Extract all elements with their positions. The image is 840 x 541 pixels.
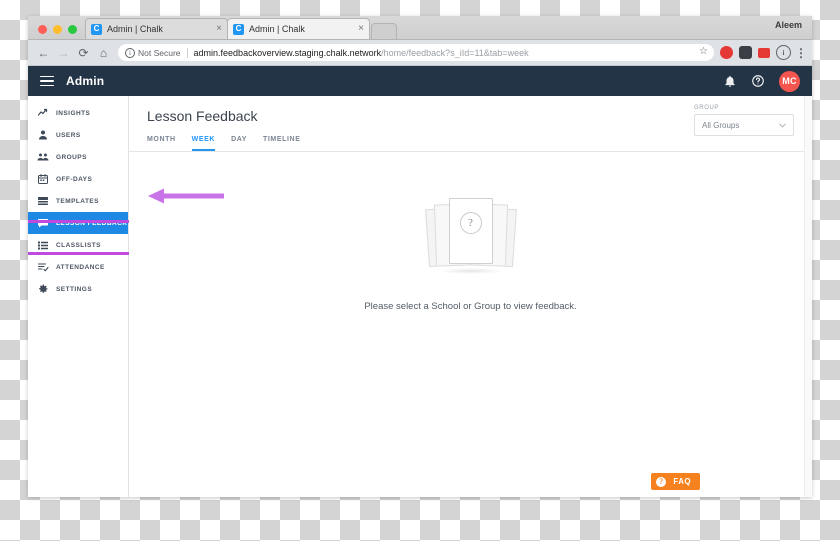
browser-tab-strip: C Admin | Chalk × C Admin | Chalk × Alee… — [28, 16, 812, 40]
insights-icon — [36, 107, 49, 120]
group-picker-label: Group — [694, 105, 720, 111]
chevron-down-icon — [779, 121, 786, 130]
chalk-favicon: C — [91, 23, 102, 35]
sidebar-item-label: Lesson Feedback — [56, 219, 128, 227]
group-picker: Group All Groups — [694, 105, 794, 136]
close-icon[interactable]: × — [212, 24, 222, 34]
security-status[interactable]: i Not Secure — [125, 47, 188, 58]
browser-toolbar: ← → ⟳ ⌂ i Not Secure admin.feedbackoverv… — [28, 40, 812, 66]
notification-bell-icon[interactable] — [723, 74, 737, 88]
question-mark-icon: ? — [459, 212, 482, 234]
url-domain: admin.feedbackoverview.staging.chalk.net… — [193, 47, 382, 58]
forward-icon[interactable]: → — [55, 44, 72, 61]
window-traffic-lights — [34, 25, 85, 39]
sidebar-item-label: Users — [56, 131, 81, 139]
sidebar-item-label: Templates — [56, 197, 99, 205]
sidebar-item-attendance[interactable]: Attendance — [28, 256, 128, 278]
templates-icon — [36, 195, 49, 208]
back-icon[interactable]: ← — [35, 44, 52, 61]
calendar-icon — [36, 173, 49, 186]
empty-state: ? Please select a School or Group to vie… — [129, 152, 812, 497]
browser-profile-name[interactable]: Aleem — [775, 20, 802, 30]
bookmark-star-icon[interactable]: ☆ — [699, 46, 708, 57]
app-title: Admin — [66, 74, 105, 88]
sidebar-item-groups[interactable]: Groups — [28, 146, 128, 168]
stacked-documents-question-icon: ? — [424, 194, 517, 276]
extension-icon[interactable] — [758, 47, 770, 58]
address-bar[interactable]: i Not Secure admin.feedbackoverview.stag… — [118, 44, 714, 61]
browser-tab[interactable]: C Admin | Chalk × — [85, 18, 228, 39]
sidebar-item-off-days[interactable]: Off-Days — [28, 168, 128, 190]
faq-button-label: FAQ — [673, 477, 691, 486]
question-mark-icon: ? — [656, 476, 667, 487]
sidebar: Insights Users Groups — [28, 96, 141, 497]
pocket-icon[interactable] — [739, 46, 752, 59]
page-scrollbar[interactable] — [804, 96, 812, 497]
sidebar-item-insights[interactable]: Insights — [28, 102, 128, 124]
browser-tab-active[interactable]: C Admin | Chalk × — [227, 18, 370, 39]
minimize-window-button[interactable] — [53, 25, 62, 34]
close-window-button[interactable] — [38, 25, 47, 34]
sidebar-item-label: Off-Days — [56, 175, 93, 183]
sidebar-item-label: Groups — [56, 153, 87, 161]
kebab-menu-icon[interactable]: ⋮ — [795, 46, 807, 60]
browser-tab-title: Admin | Chalk — [107, 24, 163, 34]
sidebar-item-label: Insights — [56, 109, 91, 117]
sidebar-item-label: Settings — [56, 285, 93, 293]
users-icon — [36, 129, 49, 142]
hamburger-menu-icon[interactable] — [40, 75, 54, 87]
tab-day[interactable]: Day — [231, 136, 247, 151]
sidebar-item-settings[interactable]: Settings — [28, 278, 128, 300]
lesson-feedback-icon — [36, 217, 49, 230]
app-header-bar: Admin MC — [28, 66, 812, 96]
info-icon: i — [125, 47, 135, 58]
sidebar-item-label: Classlists — [56, 241, 101, 249]
url-path: /home/feedback?s_iId=11&tab=week — [381, 47, 529, 58]
app-body: Insights Users Groups — [28, 96, 812, 497]
tab-timeline[interactable]: Timeline — [263, 136, 300, 151]
tab-month[interactable]: Month — [147, 136, 176, 151]
view-tabs: Month Week Day Timeline — [147, 136, 794, 151]
sidebar-item-label: Attendance — [56, 263, 105, 271]
sidebar-item-templates[interactable]: Templates — [28, 190, 128, 212]
main-content: Lesson Feedback Month Week Day Timeline … — [129, 96, 812, 497]
page-header: Lesson Feedback Month Week Day Timeline … — [129, 96, 812, 152]
close-icon[interactable]: × — [354, 24, 364, 34]
browser-window: C Admin | Chalk × C Admin | Chalk × Alee… — [28, 16, 812, 497]
security-status-label: Not Secure — [138, 47, 181, 58]
sidebar-item-lesson-feedback[interactable]: Lesson Feedback — [28, 212, 128, 234]
web-app: Admin MC Insights — [28, 66, 812, 497]
new-tab-button[interactable] — [371, 23, 397, 39]
reload-icon[interactable]: ⟳ — [75, 44, 92, 61]
avatar[interactable]: MC — [779, 70, 800, 92]
illustration-shadow — [438, 268, 503, 274]
tab-week[interactable]: Week — [191, 136, 216, 151]
faq-button[interactable]: ? FAQ — [651, 473, 700, 490]
chalk-favicon: C — [233, 23, 244, 35]
document-page-front: ? — [448, 198, 493, 264]
classlists-icon — [36, 239, 49, 252]
settings-gear-icon — [36, 283, 49, 296]
sidebar-item-users[interactable]: Users — [28, 124, 128, 146]
sidebar-item-classlists[interactable]: Classlists — [28, 234, 128, 256]
browser-extensions: i ⋮ — [720, 45, 807, 60]
groups-icon — [36, 151, 49, 164]
empty-state-message: Please select a School or Group to view … — [364, 301, 577, 312]
group-select[interactable]: All Groups — [694, 114, 794, 136]
attendance-icon — [36, 261, 49, 274]
browser-tab-title: Admin | Chalk — [249, 24, 305, 34]
adblock-icon[interactable] — [720, 46, 733, 59]
info-icon[interactable]: i — [776, 45, 791, 60]
group-select-value: All Groups — [702, 120, 740, 130]
home-icon[interactable]: ⌂ — [95, 44, 112, 61]
maximize-window-button[interactable] — [68, 25, 77, 34]
help-circle-icon[interactable] — [751, 74, 765, 88]
